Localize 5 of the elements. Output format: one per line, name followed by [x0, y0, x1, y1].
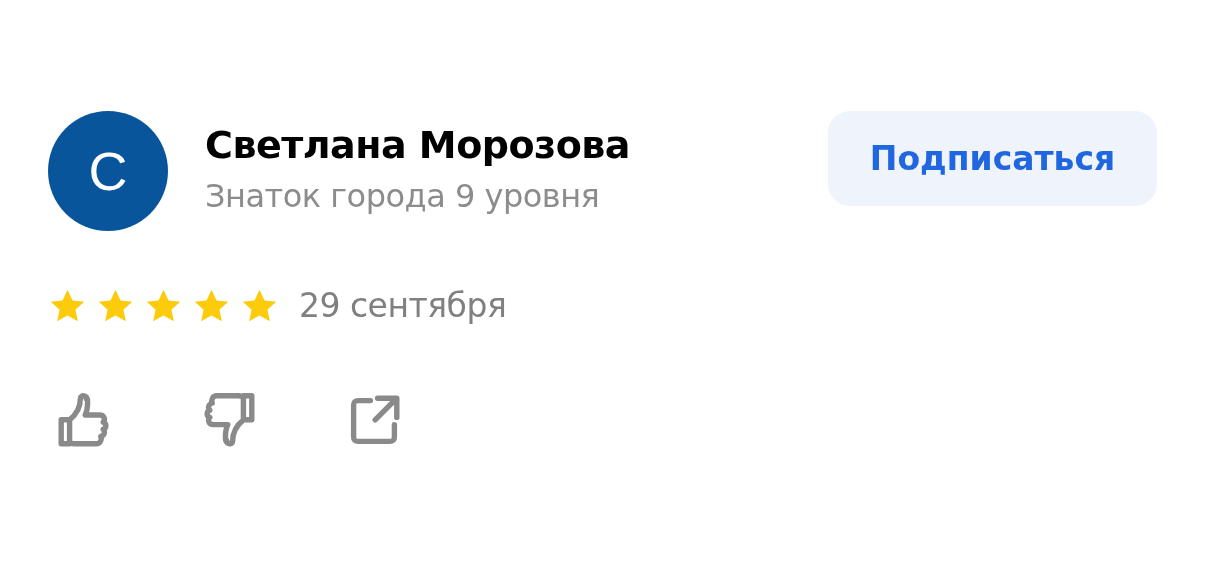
avatar[interactable]: С [48, 111, 168, 231]
author-name[interactable]: Светлана Морозова [205, 121, 828, 169]
author-level: Знаток города 9 уровня [205, 176, 601, 217]
subscribe-button[interactable]: Подписаться [828, 111, 1157, 206]
review-date: 29 сентября [299, 286, 507, 325]
